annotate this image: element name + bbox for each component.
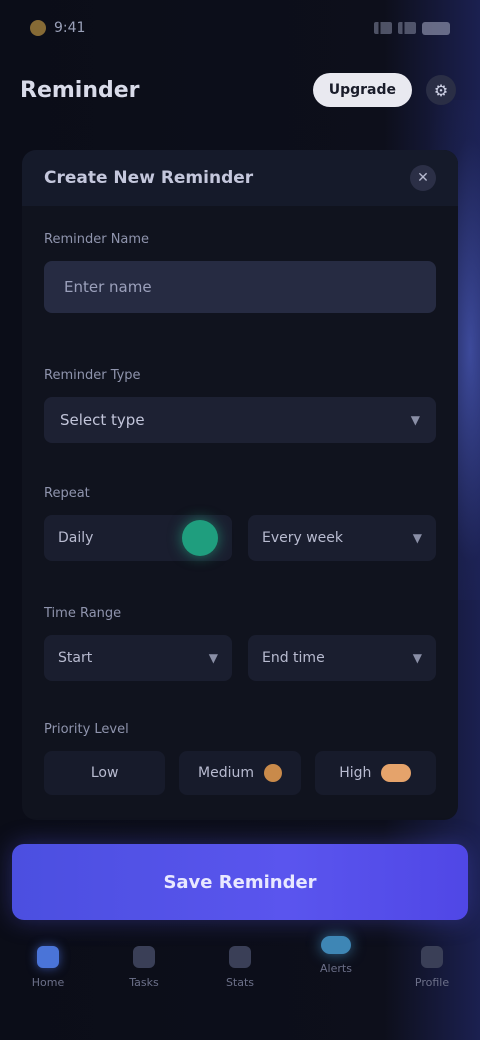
priority-chip-label: High [339,765,372,781]
nav-label: Stats [225,976,255,989]
reminder-card: Create New Reminder ✕ Reminder Name Ente… [22,150,458,820]
repeat-daily-option[interactable]: Daily [44,515,232,561]
user-icon [421,946,443,968]
repeat-label: Repeat [44,486,90,501]
time-start-label: Start [58,650,93,666]
type-label: Reminder Type [44,368,141,383]
header-actions: Upgrade ⚙ [312,73,456,107]
status-time: 9:41 [54,20,86,36]
status-right [374,21,450,35]
repeat-weekly-label: Every week [262,530,344,546]
name-section: Reminder Name Enter name [44,232,436,313]
upgrade-button[interactable]: Upgrade [312,73,412,107]
card-header: Create New Reminder ✕ [22,150,458,206]
page-title: Reminder [20,77,140,103]
chevron-down-icon: ▼ [410,413,420,427]
type-select[interactable]: Select type ▼ [44,397,436,443]
bottom-nav: Home Tasks Stats Alerts Profile [0,930,480,1040]
repeat-row: Daily Every week ▼ [44,515,436,561]
gear-icon[interactable]: ⚙ [426,75,456,105]
priority-chip-label: Medium [198,765,254,781]
time-section: Time Range Start ▼ End time ▼ [44,606,436,681]
nav-item-alerts[interactable]: Alerts [301,936,371,975]
nav-label: Tasks [129,976,159,989]
priority-chip-label: Low [90,765,119,781]
chart-icon [229,946,251,968]
nav-label: Home [31,976,65,989]
time-end-label: End time [262,650,325,666]
list-icon [133,946,155,968]
repeat-weekly-option[interactable]: Every week ▼ [248,515,436,561]
priority-chip-low[interactable]: Low [44,751,166,795]
time-end-field[interactable]: End time ▼ [248,635,436,681]
nav-label: Alerts [320,962,352,975]
header: Reminder Upgrade ⚙ [0,58,480,122]
priority-chips: Low Medium High [44,751,436,795]
priority-dot-icon [263,764,282,782]
name-label: Reminder Name [44,232,150,247]
bell-icon [321,936,351,954]
name-input[interactable]: Enter name [44,261,436,313]
status-left: 9:41 [30,20,85,36]
priority-dot-icon [381,764,412,782]
type-select-value: Select type [60,411,145,429]
time-label: Time Range [44,606,122,621]
nav-item-stats[interactable]: Stats [205,946,275,989]
close-icon[interactable]: ✕ [410,165,436,191]
priority-section: Priority Level Low Medium High [44,722,436,795]
repeat-section: Repeat Daily Every week ▼ [44,486,436,561]
priority-label: Priority Level [44,722,129,737]
repeat-daily-label: Daily [58,530,94,546]
priority-chip-medium[interactable]: Medium [179,751,301,795]
time-start-field[interactable]: Start ▼ [44,635,232,681]
priority-chip-high[interactable]: High [314,751,436,795]
card-title: Create New Reminder [44,168,254,188]
nav-item-profile[interactable]: Profile [397,946,467,989]
home-icon [37,946,59,968]
save-reminder-button[interactable]: Save Reminder [12,844,468,920]
battery-icon [422,21,450,35]
time-row: Start ▼ End time ▼ [44,635,436,681]
nav-label: Profile [414,976,450,989]
chevron-down-icon: ▼ [412,651,422,665]
status-dot-icon [30,20,46,36]
wifi-icon [398,22,416,34]
status-bar: 9:41 [0,0,480,56]
nav-item-home[interactable]: Home [13,946,83,989]
signal-icon [374,22,392,34]
nav-item-tasks[interactable]: Tasks [109,946,179,989]
type-section: Reminder Type Select type ▼ [44,368,436,443]
app-root: 9:41 Reminder Upgrade ⚙ Create New Remin… [0,0,480,1040]
chevron-down-icon: ▼ [208,651,218,665]
toggle-on-icon[interactable] [182,520,218,556]
chevron-down-icon: ▼ [412,531,422,545]
